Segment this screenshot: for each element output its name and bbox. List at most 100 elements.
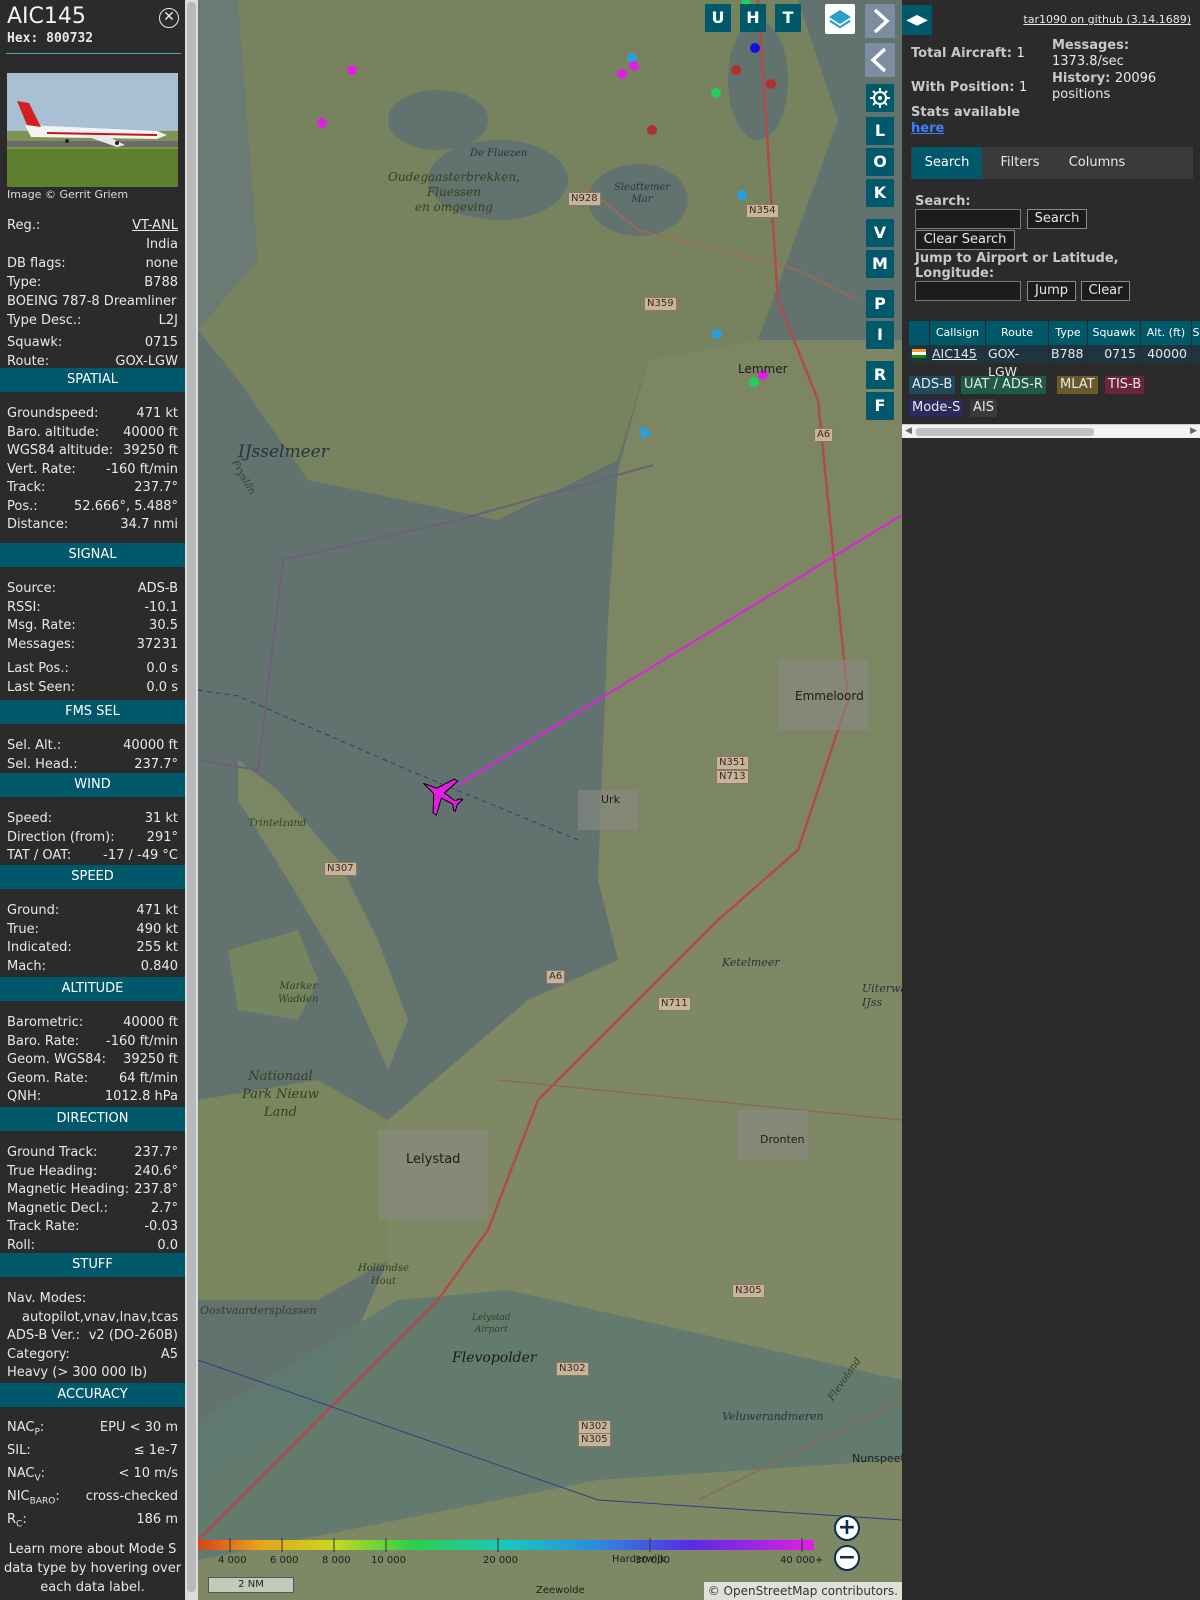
info-label[interactable]: Baro. altitude: bbox=[7, 423, 99, 442]
info-label[interactable]: Ground: bbox=[7, 901, 59, 920]
info-label[interactable]: Nav. Modes: bbox=[7, 1289, 86, 1308]
info-label[interactable]: True Heading: bbox=[7, 1162, 97, 1181]
info-label[interactable]: Reg.: bbox=[7, 216, 40, 235]
jump-button[interactable]: Jump bbox=[1027, 281, 1076, 301]
toggle-i-button[interactable]: I bbox=[866, 321, 894, 349]
info-label[interactable]: WGS84 altitude: bbox=[7, 441, 113, 460]
toggle-l-button[interactable]: L bbox=[866, 117, 894, 145]
info-label[interactable]: Mach: bbox=[7, 957, 46, 976]
table-header-speed[interactable]: S bbox=[1192, 321, 1200, 345]
info-label[interactable]: Ground Track: bbox=[7, 1143, 97, 1162]
toggle-o-button[interactable]: O bbox=[866, 148, 894, 176]
toggle-f-button[interactable]: F bbox=[866, 392, 894, 420]
info-panel-scrollbar[interactable] bbox=[185, 0, 198, 1600]
info-label[interactable]: RC: bbox=[7, 1510, 27, 1535]
search-button[interactable]: Search bbox=[1027, 209, 1087, 229]
row-speed[interactable] bbox=[1192, 345, 1200, 363]
info-row: Distance: 34.7 nmi bbox=[7, 515, 178, 534]
info-label[interactable]: Messages: bbox=[7, 635, 75, 654]
info-row: Type Desc.: L2J bbox=[7, 311, 178, 330]
previous-button[interactable] bbox=[865, 43, 895, 77]
info-label[interactable]: QNH: bbox=[7, 1087, 41, 1106]
section-stuff: STUFF bbox=[0, 1253, 185, 1277]
next-button[interactable] bbox=[865, 4, 895, 38]
info-label[interactable]: Roll: bbox=[7, 1236, 35, 1255]
info-label[interactable]: RSSI: bbox=[7, 598, 41, 617]
info-label[interactable]: Source: bbox=[7, 579, 56, 598]
info-label[interactable]: Type: bbox=[7, 273, 41, 292]
zoom-in-button[interactable]: + bbox=[834, 1515, 860, 1541]
toggle-t-button[interactable]: T bbox=[775, 4, 801, 32]
info-label[interactable]: True: bbox=[7, 920, 39, 939]
info-label[interactable]: Squawk: bbox=[7, 333, 62, 352]
clear-search-button[interactable]: Clear Search bbox=[915, 230, 1015, 250]
info-label[interactable]: Sel. Alt.: bbox=[7, 736, 61, 755]
layers-button[interactable] bbox=[825, 4, 855, 34]
info-label[interactable]: Direction (from): bbox=[7, 828, 115, 847]
section-signal: SIGNAL bbox=[0, 543, 185, 567]
map-attribution[interactable]: © OpenStreetMap contributors. bbox=[703, 1582, 902, 1600]
clear-jump-button[interactable]: Clear bbox=[1081, 281, 1130, 301]
info-label[interactable]: Distance: bbox=[7, 515, 68, 534]
info-label[interactable]: Track: bbox=[7, 478, 45, 497]
info-label[interactable]: Category: bbox=[7, 1345, 70, 1364]
info-label[interactable]: Groundspeed: bbox=[7, 404, 98, 423]
zoom-out-button[interactable]: − bbox=[834, 1545, 860, 1571]
stats-link[interactable]: here bbox=[911, 121, 944, 136]
tab-filters[interactable]: Filters bbox=[987, 147, 1053, 179]
info-label[interactable]: Type Desc.: bbox=[7, 311, 81, 330]
info-label[interactable]: NACV: bbox=[7, 1464, 45, 1489]
table-header-altitude[interactable]: Alt. (ft) bbox=[1141, 321, 1191, 345]
search-input[interactable] bbox=[915, 209, 1021, 229]
aircraft-photo[interactable] bbox=[7, 73, 178, 187]
toggle-m-button[interactable]: M bbox=[866, 250, 894, 278]
tab-columns[interactable]: Columns bbox=[1057, 147, 1137, 179]
info-label[interactable]: Magnetic Heading: bbox=[7, 1180, 129, 1199]
github-link[interactable]: tar1090 on github (3.14.1689) bbox=[1023, 13, 1191, 26]
info-label[interactable]: NACP: bbox=[7, 1418, 44, 1443]
map-view[interactable]: Oudegaasterbrekken, Fluessen en omgeving D… bbox=[198, 0, 902, 1600]
info-label[interactable]: Barometric: bbox=[7, 1013, 83, 1032]
info-label[interactable]: TAT / OAT: bbox=[7, 846, 71, 865]
settings-button[interactable] bbox=[866, 84, 894, 112]
table-horizontal-scrollbar[interactable]: ◀ ▶ bbox=[902, 424, 1200, 438]
info-label[interactable]: Track Rate: bbox=[7, 1217, 79, 1236]
table-header-callsign[interactable]: Callsign bbox=[930, 321, 985, 345]
info-label[interactable]: Indicated: bbox=[7, 938, 72, 957]
toggle-k-button[interactable]: K bbox=[866, 179, 894, 207]
info-label[interactable]: Geom. Rate: bbox=[7, 1069, 88, 1088]
table-header-route[interactable]: Route bbox=[986, 321, 1048, 345]
toggle-h-button[interactable]: H bbox=[740, 4, 766, 32]
info-label[interactable]: DB flags: bbox=[7, 254, 66, 273]
row-squawk[interactable]: 0715 bbox=[1088, 345, 1140, 363]
toggle-u-button[interactable]: U bbox=[705, 4, 731, 32]
row-type[interactable]: B788 bbox=[1049, 345, 1087, 363]
info-label[interactable]: Baro. Rate: bbox=[7, 1032, 79, 1051]
jump-input[interactable] bbox=[915, 281, 1021, 301]
info-label[interactable]: SIL: bbox=[7, 1441, 31, 1460]
info-label[interactable]: NICBARO: bbox=[7, 1487, 60, 1512]
info-label[interactable]: Geom. WGS84: bbox=[7, 1050, 106, 1069]
table-header-squawk[interactable]: Squawk bbox=[1088, 321, 1140, 345]
row-callsign[interactable]: AIC145 bbox=[930, 345, 985, 363]
toggle-p-button[interactable]: P bbox=[866, 290, 894, 318]
info-label[interactable]: Vert. Rate: bbox=[7, 460, 76, 479]
info-label[interactable]: Sel. Head.: bbox=[7, 755, 78, 774]
info-label[interactable]: Speed: bbox=[7, 809, 52, 828]
table-header-type[interactable]: Type bbox=[1049, 321, 1087, 345]
toggle-sidebar-button[interactable]: ◀▶ bbox=[902, 5, 932, 35]
info-label[interactable]: Magnetic Decl.: bbox=[7, 1199, 108, 1218]
info-value[interactable]: VT-ANL bbox=[132, 216, 178, 235]
toggle-v-button[interactable]: V bbox=[866, 219, 894, 247]
info-label[interactable]: Last Pos.: bbox=[7, 659, 69, 678]
close-icon[interactable]: ✕ bbox=[159, 8, 179, 28]
row-route[interactable]: GOX-LGW bbox=[986, 345, 1048, 379]
info-value: 52.666°, 5.488° bbox=[74, 498, 178, 514]
row-altitude[interactable]: 40000 bbox=[1141, 345, 1191, 363]
tab-search[interactable]: Search bbox=[912, 147, 982, 179]
info-label[interactable]: Last Seen: bbox=[7, 678, 75, 697]
info-label[interactable]: ADS-B Ver.: bbox=[7, 1326, 80, 1345]
info-label[interactable]: Msg. Rate: bbox=[7, 616, 76, 635]
info-label[interactable]: Pos.: bbox=[7, 497, 38, 516]
toggle-r-button[interactable]: R bbox=[866, 361, 894, 389]
